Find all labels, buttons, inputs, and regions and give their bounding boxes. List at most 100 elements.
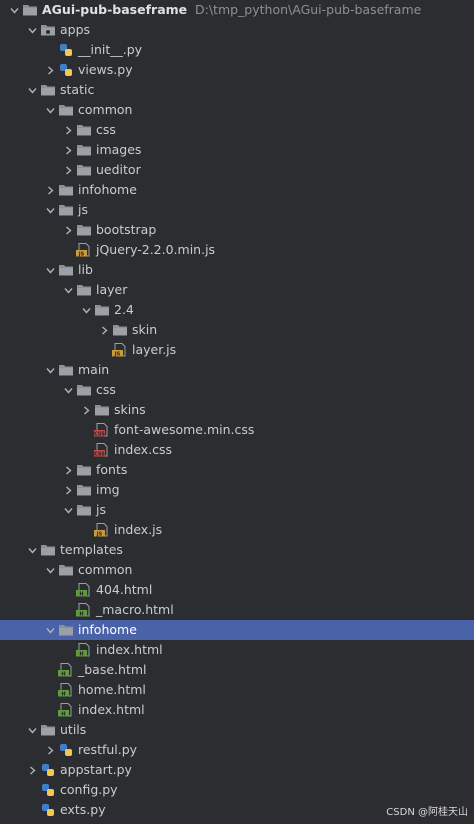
- tree-item-label: 2.4: [114, 302, 134, 317]
- svg-text:H: H: [79, 611, 83, 617]
- svg-text:H: H: [61, 671, 65, 677]
- tree-item[interactable]: Hindex.html: [0, 640, 474, 660]
- tree-item[interactable]: appstart.py: [0, 760, 474, 780]
- tree-item[interactable]: infohome: [0, 620, 474, 640]
- tree-item[interactable]: apps: [0, 20, 474, 40]
- html-file-icon: H: [76, 580, 92, 600]
- tree-item-label: jQuery-2.2.0.min.js: [96, 242, 216, 257]
- tree-item[interactable]: Hhome.html: [0, 680, 474, 700]
- folder-icon: [58, 180, 74, 200]
- chevron-right-icon[interactable]: [44, 60, 56, 80]
- chevron-down-icon[interactable]: [26, 80, 38, 100]
- tree-item[interactable]: fonts: [0, 460, 474, 480]
- chevron-right-icon[interactable]: [62, 460, 74, 480]
- chevron-down-icon[interactable]: [44, 360, 56, 380]
- python-file-icon: [58, 40, 74, 60]
- tree-item-label: js: [96, 502, 106, 517]
- chevron-right-icon[interactable]: [62, 120, 74, 140]
- folder-icon: [94, 400, 110, 420]
- tree-item[interactable]: js: [0, 500, 474, 520]
- chevron-right-icon[interactable]: [26, 760, 38, 780]
- tree-item[interactable]: bootstrap: [0, 220, 474, 240]
- folder-icon: [58, 620, 74, 640]
- tree-item-label: restful.py: [78, 742, 138, 757]
- tree-item[interactable]: views.py: [0, 60, 474, 80]
- chevron-down-icon[interactable]: [44, 260, 56, 280]
- tree-item[interactable]: H _base.html: [0, 660, 474, 680]
- tree-item[interactable]: js: [0, 200, 474, 220]
- html-file-icon: H: [58, 680, 74, 700]
- chevron-down-icon[interactable]: [26, 720, 38, 740]
- tree-item[interactable]: common: [0, 100, 474, 120]
- chevron-right-icon[interactable]: [62, 480, 74, 500]
- tree-item[interactable]: JS jQuery-2.2.0.min.js: [0, 240, 474, 260]
- chevron-down-icon[interactable]: [62, 280, 74, 300]
- chevron-down-icon[interactable]: [8, 0, 20, 20]
- tree-item-label: layer.js: [132, 342, 177, 357]
- python-file-icon: [40, 760, 56, 780]
- svg-text:H: H: [61, 691, 65, 697]
- tree-item[interactable]: H _macro.html: [0, 600, 474, 620]
- css-file-icon: CSS: [94, 440, 110, 460]
- tree-item-label: skin: [132, 322, 158, 337]
- tree-item-label: index.html: [96, 642, 163, 657]
- tree-item[interactable]: img: [0, 480, 474, 500]
- folder-icon: [76, 120, 92, 140]
- tree-item-label: index.css: [114, 442, 173, 457]
- chevron-right-icon[interactable]: [44, 740, 56, 760]
- tree-item[interactable]: config.py: [0, 780, 474, 800]
- tree-item[interactable]: lib: [0, 260, 474, 280]
- tree-item[interactable]: H 404.html: [0, 580, 474, 600]
- tree-item[interactable]: CSS index.css: [0, 440, 474, 460]
- tree-item[interactable]: 2.4: [0, 300, 474, 320]
- tree-item-label: img: [96, 482, 120, 497]
- tree-item[interactable]: main: [0, 360, 474, 380]
- package-folder-icon: [40, 20, 56, 40]
- chevron-right-icon[interactable]: [80, 400, 92, 420]
- tree-item[interactable]: Hindex.html: [0, 700, 474, 720]
- chevron-down-icon[interactable]: [44, 560, 56, 580]
- python-file-icon: [40, 800, 56, 820]
- tree-item[interactable]: css: [0, 380, 474, 400]
- tree-item[interactable]: css: [0, 120, 474, 140]
- html-file-icon: H: [76, 640, 92, 660]
- tree-item[interactable]: skins: [0, 400, 474, 420]
- folder-icon: [58, 560, 74, 580]
- tree-item[interactable]: common: [0, 560, 474, 580]
- tree-item[interactable]: utils: [0, 720, 474, 740]
- tree-item[interactable]: __init__.py: [0, 40, 474, 60]
- chevron-right-icon[interactable]: [62, 140, 74, 160]
- tree-root[interactable]: AGui-pub-baseframe D:\tmp_python\AGui-pub…: [0, 0, 474, 20]
- tree-item[interactable]: infohome: [0, 180, 474, 200]
- tree-item[interactable]: templates: [0, 540, 474, 560]
- chevron-down-icon[interactable]: [44, 620, 56, 640]
- chevron-right-icon[interactable]: [62, 220, 74, 240]
- folder-icon: [40, 80, 56, 100]
- chevron-right-icon[interactable]: [98, 320, 110, 340]
- tree-item[interactable]: restful.py: [0, 740, 474, 760]
- tree-item[interactable]: layer: [0, 280, 474, 300]
- tree-item[interactable]: ueditor: [0, 160, 474, 180]
- chevron-down-icon[interactable]: [44, 200, 56, 220]
- chevron-right-icon[interactable]: [44, 180, 56, 200]
- chevron-down-icon[interactable]: [26, 540, 38, 560]
- tree-item[interactable]: static: [0, 80, 474, 100]
- chevron-down-icon[interactable]: [62, 500, 74, 520]
- tree-item[interactable]: skin: [0, 320, 474, 340]
- tree-item[interactable]: JS layer.js: [0, 340, 474, 360]
- folder-icon: [76, 500, 92, 520]
- tree-item[interactable]: JS index.js: [0, 520, 474, 540]
- chevron-down-icon[interactable]: [62, 380, 74, 400]
- tree-item-label: layer: [96, 282, 128, 297]
- chevron-down-icon[interactable]: [44, 100, 56, 120]
- tree-item[interactable]: images: [0, 140, 474, 160]
- tree-item-label: appstart.py: [60, 762, 132, 777]
- chevron-down-icon[interactable]: [26, 20, 38, 40]
- chevron-down-icon[interactable]: [80, 300, 92, 320]
- tree-item[interactable]: CSS font-awesome.min.css: [0, 420, 474, 440]
- chevron-right-icon[interactable]: [62, 160, 74, 180]
- tree-item-label: infohome: [78, 182, 137, 197]
